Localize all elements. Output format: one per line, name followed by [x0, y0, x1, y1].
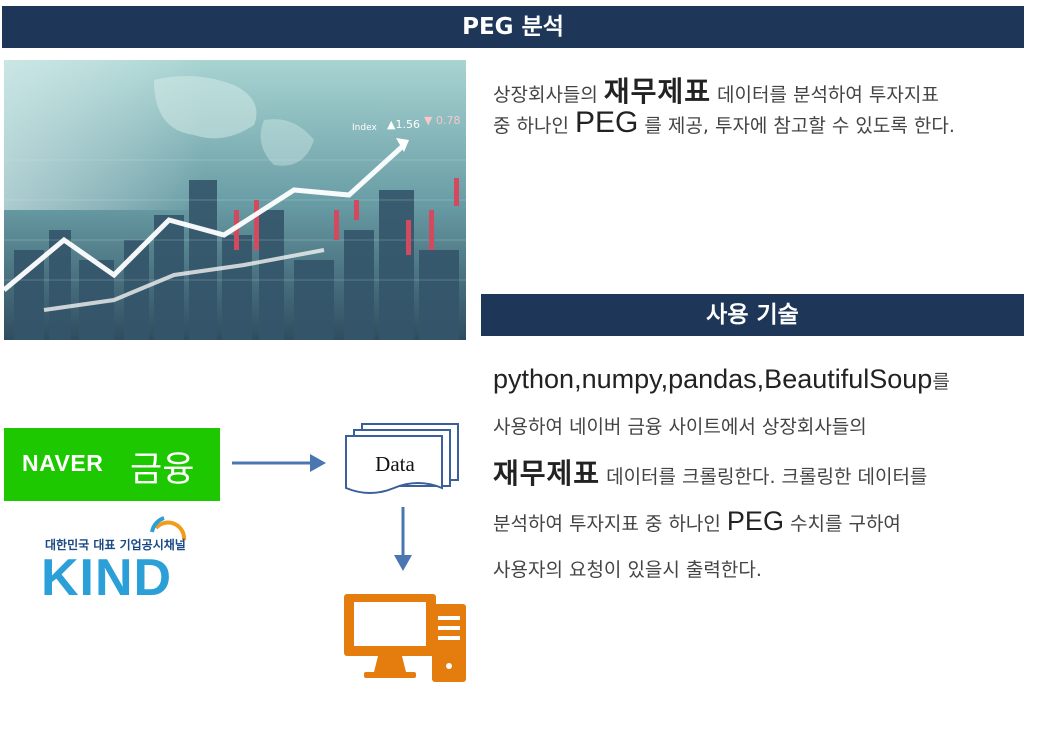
- stock-chart-illustration: Index ▲1.56 ▼ 0.78: [4, 60, 466, 340]
- tech-line-4: 분석하여 투자지표 중 하나인 PEG 수치를 구하여: [493, 506, 901, 537]
- naver-finance-text: 금융: [130, 450, 195, 490]
- tech-line-5: 사용자의 요청이 있을시 출력한다.: [493, 559, 762, 581]
- tech-text: 를: [932, 371, 950, 393]
- naver-finance-logo: NAVER 금융: [4, 428, 220, 501]
- intro-text: 중 하나인: [493, 115, 575, 137]
- intro-line-2: 중 하나인 PEG 를 제공, 투자에 참고할 수 있도록 한다.: [493, 106, 955, 140]
- intro-line-1: 상장회사들의 재무제표 데이터를 분석하여 투자지표: [493, 70, 939, 110]
- index-label: Index: [352, 123, 377, 133]
- intro-text: 데이터를 분석하여 투자지표: [710, 84, 939, 106]
- tech-line-3: 재무제표 데이터를 크롤링한다. 크롤링한 데이터를: [493, 452, 927, 492]
- naver-wordmark: NAVER: [22, 450, 104, 476]
- peg-emphasis: PEG: [726, 506, 784, 536]
- tech-text: 데이터를 크롤링한다. 크롤링한 데이터를: [600, 466, 928, 488]
- financial-statement-emphasis: 재무제표: [603, 75, 711, 108]
- tech-text: 분석하여 투자지표 중 하나인: [493, 513, 727, 535]
- tech-section-title: 사용 기술: [481, 294, 1024, 336]
- stock-market-image: Index ▲1.56 ▼ 0.78: [4, 60, 466, 340]
- index-down-value: ▼ 0.78: [424, 114, 460, 127]
- tech-line-2: 사용하여 네이버 금융 사이트에서 상장회사들의: [493, 416, 867, 438]
- tech-line-1: python,numpy,pandas,BeautifulSoup를: [493, 364, 950, 395]
- intro-text: 상장회사들의: [493, 84, 604, 106]
- arrow-down-icon: [394, 507, 412, 571]
- library-list: python,numpy,pandas,BeautifulSoup: [493, 364, 933, 394]
- financial-statement-emphasis: 재무제표: [493, 457, 601, 490]
- computer-icon: [344, 594, 466, 682]
- arrow-right-icon: [232, 454, 326, 472]
- data-label: Data: [375, 452, 415, 476]
- intro-text: 를 제공, 투자에 참고할 수 있도록 한다.: [638, 115, 955, 137]
- tech-text: 수치를 구하여: [783, 513, 901, 535]
- peg-section-title: PEG 분석: [2, 6, 1024, 48]
- index-up-value: ▲1.56: [387, 118, 420, 131]
- kind-wordmark: KIND: [41, 549, 173, 607]
- peg-emphasis: PEG: [575, 106, 639, 139]
